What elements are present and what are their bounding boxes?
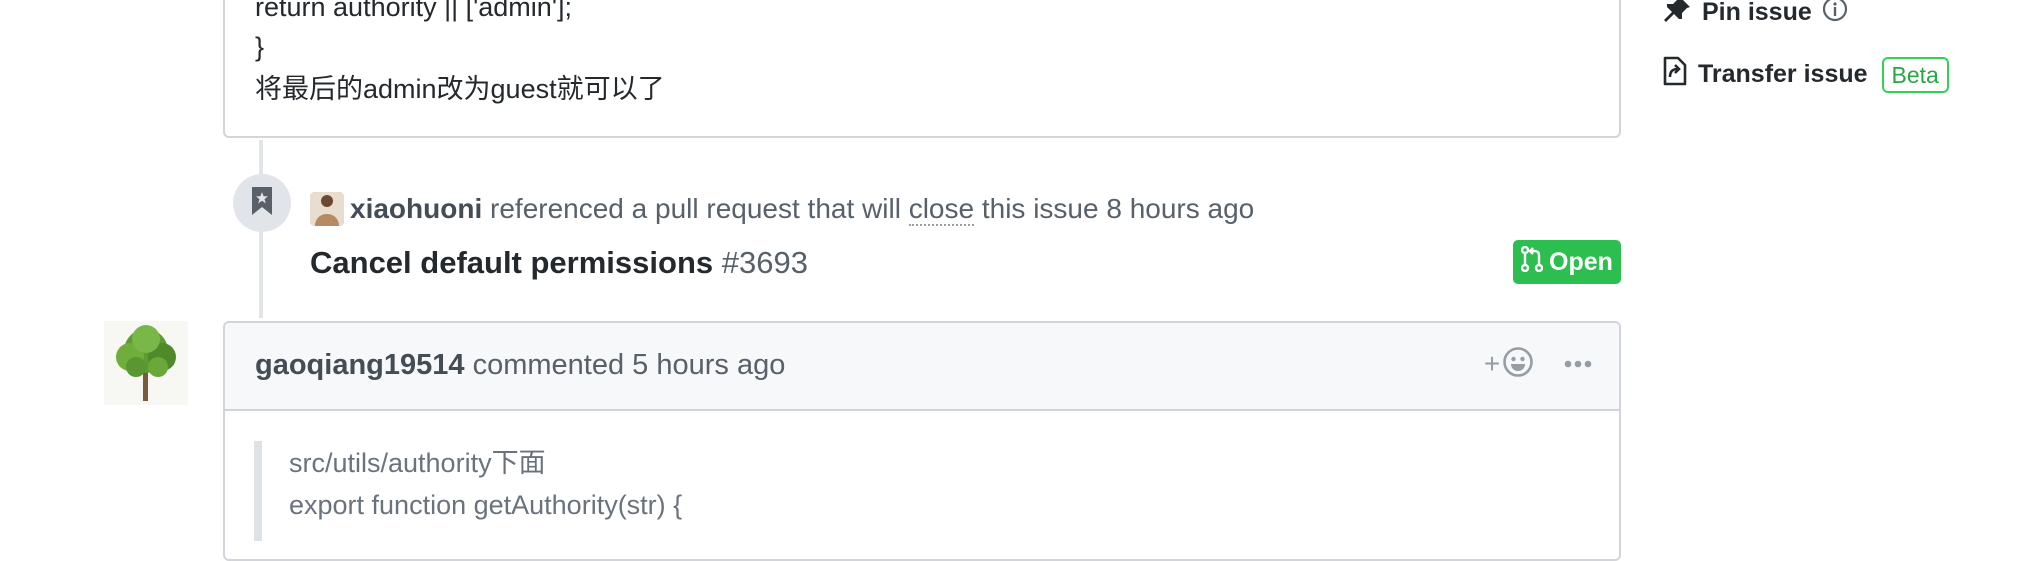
pr-title[interactable]: Cancel default permissions <box>310 245 713 280</box>
event-author-link[interactable]: xiaohuoni <box>350 193 482 224</box>
bookmark-badge <box>233 174 291 232</box>
reference-event-text: xiaohuoni referenced a pull request that… <box>350 189 1254 229</box>
event-time-text: this issue 8 hours ago <box>981 193 1255 224</box>
pr-status-label: Open <box>1549 247 1613 276</box>
plus-sign: + <box>1483 348 1501 379</box>
pin-issue-label: Pin issue <box>1702 0 1812 26</box>
comment-header-text: gaoqiang19514 commented 5 hours ago <box>255 344 785 386</box>
pr-number[interactable]: #3693 <box>722 245 808 280</box>
more-options-button[interactable] <box>1558 344 1598 384</box>
bookmark-icon <box>252 186 272 220</box>
comment-text-line: return authority || ['admin']; <box>255 0 572 22</box>
pull-request-link[interactable]: Cancel default permissions #3693 <box>310 242 808 284</box>
comment-author-link[interactable]: gaoqiang19514 <box>255 349 465 381</box>
beta-badge: Beta <box>1881 56 1949 93</box>
arrow-right-box-icon <box>1662 56 1688 93</box>
quote-line: src/utils/authority下面 <box>289 448 546 478</box>
transfer-issue-label: Transfer issue <box>1698 60 1868 88</box>
blockquote-bar <box>254 441 262 541</box>
close-keyword[interactable]: close <box>908 193 975 226</box>
quote-line: export function getAuthority(str) { <box>289 490 683 520</box>
pin-issue-button[interactable]: Pin issue <box>1662 0 1848 31</box>
pin-icon <box>1662 0 1692 31</box>
info-icon[interactable] <box>1822 0 1848 29</box>
smiley-icon <box>1502 346 1534 383</box>
comment-action: commented <box>472 349 625 381</box>
comment-timestamp[interactable]: 5 hours ago <box>632 349 785 381</box>
transfer-issue-button[interactable]: Transfer issue Beta <box>1662 56 1949 93</box>
pr-status-badge: Open <box>1513 240 1621 284</box>
comment-text-line: } <box>255 32 265 62</box>
kebab-horizontal-icon <box>1564 355 1592 373</box>
avatar[interactable] <box>310 192 344 226</box>
add-reaction-button[interactable]: + <box>1478 344 1540 384</box>
commenter-avatar[interactable] <box>104 321 188 405</box>
event-text: referenced a pull request that will <box>490 193 901 224</box>
comment-text-line: 将最后的admin改为guest就可以了 <box>255 74 665 104</box>
git-pull-request-icon <box>1520 245 1544 279</box>
